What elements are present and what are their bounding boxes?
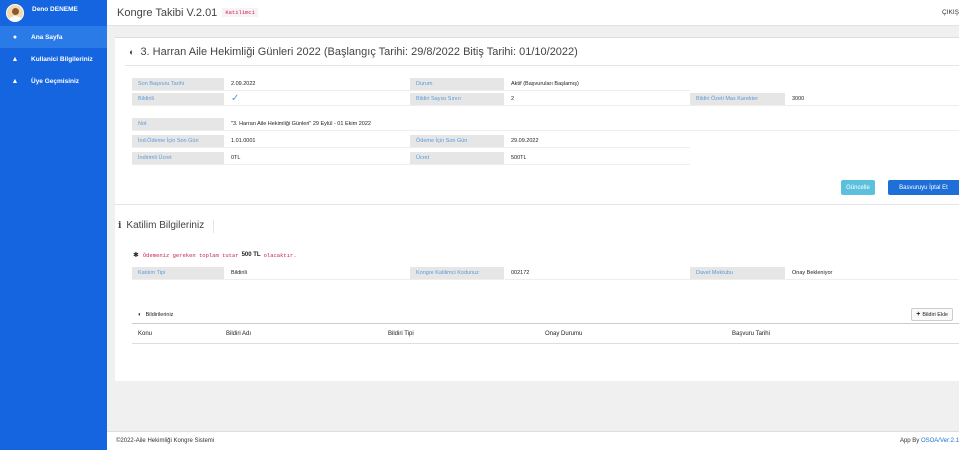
value-bildirili: ✓ xyxy=(225,93,410,106)
info-icon: i xyxy=(118,220,122,231)
label-odeme: Ödeme İçin Son Gün xyxy=(410,135,505,148)
sidebar-item-home[interactable]: ● Ana Sayfa xyxy=(0,26,107,48)
logout-link[interactable]: ÇIKIŞ xyxy=(942,9,959,16)
value-ozet-max: 3000 xyxy=(786,93,959,106)
column-header[interactable]: Bildiri Adı xyxy=(226,331,251,337)
notice-suffix: olacaktır. xyxy=(263,251,297,259)
column-header[interactable]: Konu xyxy=(138,331,152,337)
value-ind-odeme: 1.01.0001 xyxy=(225,135,410,148)
notice-amount: 500 TL xyxy=(241,252,261,258)
sidebar-item-label: Üye Geçmisiniz xyxy=(31,77,80,85)
globe-icon: ◐ xyxy=(129,47,135,57)
plus-icon: + xyxy=(916,311,921,318)
footer-version-link[interactable]: OSOA/Ver:2.1 xyxy=(921,438,959,444)
column-header[interactable]: Başvuru Tarihi xyxy=(732,331,770,337)
top-header: Kongre Takibi V.2.01 Katilimci ÇIKIŞ xyxy=(107,0,959,26)
footer-credit-prefix: App By xyxy=(899,438,920,444)
participation-title-text: Katilim Bilgileriniz xyxy=(126,220,205,231)
asterisk-icon: ✱ xyxy=(133,252,139,259)
user-history-icon: ▲ xyxy=(11,77,19,85)
value-davet: Onay Bekleniyor xyxy=(786,267,959,280)
label-ozet-max: Bildiri Özeti Max Karekter xyxy=(690,93,786,106)
info-row: Bildirili ✓ Bildiri Sayısı Sınırı 2 Bild… xyxy=(132,93,959,106)
checkmark-icon: ✓ xyxy=(231,93,240,104)
sidebar-item-history[interactable]: ▲ Üye Geçmisiniz xyxy=(0,70,107,92)
label-durum: Durum xyxy=(410,78,505,91)
value-son-basvuru: 2.09.2022 xyxy=(225,78,410,91)
update-button[interactable]: Güncelle xyxy=(841,180,875,195)
value-bildiri-sayisi: 2 xyxy=(505,93,690,106)
value-ucret: 500TL xyxy=(505,152,690,165)
label-son-basvuru: Son Başvuru Tarihi xyxy=(132,78,225,91)
avatar xyxy=(6,4,24,22)
info-row: İnd.Ödeme İçin Son Gün 1.01.0001 Ödeme İ… xyxy=(132,135,959,148)
info-row: Not "3. Harran Aile Hekimliği Günleri" 2… xyxy=(132,118,959,131)
value-not: "3. Harran Aile Hekimliği Günleri" 29 Ey… xyxy=(225,118,959,131)
user-profile[interactable]: Deno DENEME xyxy=(0,0,107,26)
papers-panel: ◐ Bildirileriniz + Bildiri Ekle Konu Bil… xyxy=(132,306,959,344)
add-paper-label: Bildiri Ekle xyxy=(922,311,948,318)
add-paper-button[interactable]: + Bildiri Ekle xyxy=(911,308,953,321)
label-bildirili: Bildirili xyxy=(132,93,225,106)
sidebar-item-label: Kullanici Bilgileriniz xyxy=(31,55,93,63)
value-durum: Aktif (Başvuruları Başlamış) xyxy=(505,78,690,91)
value-katilim-tipi: Bildirili xyxy=(225,267,410,280)
participation-title: i Katilim Bilgileriniz xyxy=(118,220,204,231)
congress-title-text: 3. Harran Aile Hekimliği Günleri 2022 (B… xyxy=(140,46,578,58)
sidebar-item-user-info[interactable]: ▲ Kullanici Bilgileriniz xyxy=(0,48,107,70)
label-bildiri-sayisi: Bildiri Sayısı Sınırı xyxy=(410,93,505,106)
divider xyxy=(213,220,214,233)
label-davet: Davet Mektubu xyxy=(690,267,786,280)
papers-header: ◐ Bildirileriniz + Bildiri Ekle xyxy=(132,306,959,324)
cancel-application-button[interactable]: Basvuruyu İptal Et xyxy=(888,180,959,195)
papers-table-header: Konu Bildiri Adı Bildiri Tipi Onay Durum… xyxy=(132,324,959,344)
value-odeme: 29.09.2022 xyxy=(505,135,690,148)
papers-title: Bildirileriniz xyxy=(145,311,174,318)
sidebar-item-label: Ana Sayfa xyxy=(31,33,63,41)
label-indirimli: İndirimli Ücret xyxy=(132,152,225,165)
label-ucret: Ücret xyxy=(410,152,505,165)
info-row: İndirimli Ücret 0TL Ücret 500TL xyxy=(132,152,959,165)
label-not: Not xyxy=(132,118,225,131)
footer: ©2022-Aile Hekimliği Kongre Sistemi App … xyxy=(107,431,959,450)
divider xyxy=(125,65,959,66)
notice-prefix: Ödemeniz gereken toplam tutar xyxy=(142,251,239,259)
column-header[interactable]: Bildiri Tipi xyxy=(388,331,414,337)
payment-notice: ✱ Ödemeniz gereken toplam tutar 500 TL o… xyxy=(133,251,297,260)
sidebar: Deno DENEME ● Ana Sayfa ▲ Kullanici Bilg… xyxy=(0,0,107,450)
footer-credit: App By OSOA/Ver:2.1 xyxy=(900,438,959,444)
value-indirimli: 0TL xyxy=(225,152,410,165)
congress-title: ◐ 3. Harran Aile Hekimliği Günleri 2022 … xyxy=(129,46,578,58)
label-kod: Kongre Katilimci Kodunuz xyxy=(410,267,505,280)
dashboard-icon: ● xyxy=(12,33,18,41)
main-content: ◐ 3. Harran Aile Hekimliği Günleri 2022 … xyxy=(115,37,959,381)
divider xyxy=(115,204,959,205)
participation-row: Katılım Tipi Bildirili Kongre Katilimci … xyxy=(132,267,959,280)
value-kod: 002172 xyxy=(505,267,690,280)
user-name: Deno DENEME xyxy=(32,5,78,13)
column-header[interactable]: Onay Durumu xyxy=(545,331,582,337)
info-row: Son Başvuru Tarihi 2.09.2022 Durum Aktif… xyxy=(132,78,959,91)
user-icon: ▲ xyxy=(11,55,19,63)
app-title: Kongre Takibi V.2.01 xyxy=(117,6,218,19)
role-badge: Katilimci xyxy=(222,8,259,17)
label-katilim-tipi: Katılım Tipi xyxy=(132,267,225,280)
label-ind-odeme: İnd.Ödeme İçin Son Gün xyxy=(132,135,225,148)
globe-icon: ◐ xyxy=(138,311,142,318)
footer-copyright: ©2022-Aile Hekimliği Kongre Sistemi xyxy=(116,438,215,444)
